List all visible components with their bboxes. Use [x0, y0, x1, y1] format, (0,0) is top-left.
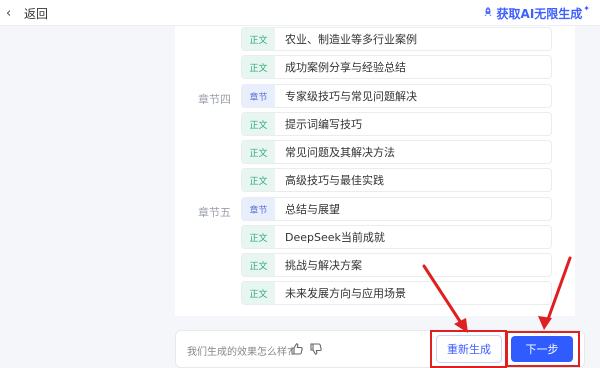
chevron-left-icon: ‹: [6, 5, 12, 21]
row-tag: 正文: [242, 56, 275, 78]
sparkle-icon: ✦: [583, 3, 590, 13]
next-step-button[interactable]: 下一步: [511, 336, 573, 362]
row-text: 专家级技巧与常见问题解决: [285, 90, 417, 103]
chapter-label: 章节五: [198, 206, 231, 219]
rocket-icon: [482, 6, 494, 21]
row-text: 常见问题及其解决方法: [285, 146, 395, 159]
annotation-arrowhead: [538, 316, 552, 330]
row-text: 提示词编写技巧: [285, 118, 362, 131]
row-text: 未来发展方向与应用场景: [285, 287, 406, 300]
top-bar: ‹ 返回 获取AI无限生成 ✦: [0, 0, 600, 26]
row-tag: 章节: [242, 198, 275, 220]
outline-row[interactable]: 正文 未来发展方向与应用场景: [241, 281, 552, 305]
outline-row[interactable]: 正文 挑战与解决方案: [241, 253, 552, 277]
outline-row[interactable]: 正文 高级技巧与最佳实践: [241, 168, 552, 192]
row-tag: 正文: [242, 226, 275, 248]
thumbs-down-icon[interactable]: [309, 341, 323, 355]
outline-row[interactable]: 正文 成功案例分享与经验总结: [241, 55, 552, 79]
row-tag: 正文: [242, 141, 275, 163]
row-tag: 正文: [242, 169, 275, 191]
row-tag: 正文: [242, 113, 275, 135]
row-text: 挑战与解决方案: [285, 259, 362, 272]
row-tag: 章节: [242, 85, 275, 107]
get-ai-unlimited-link[interactable]: 获取AI无限生成 ✦: [482, 4, 590, 22]
outline-row[interactable]: 正文 常见问题及其解决方法: [241, 140, 552, 164]
ai-link-label: 获取AI无限生成: [496, 6, 583, 21]
row-text: 成功案例分享与经验总结: [285, 61, 406, 74]
row-text: 总结与展望: [285, 203, 340, 216]
back-label: 返回: [24, 6, 49, 21]
outline-row[interactable]: 章节 专家级技巧与常见问题解决: [241, 84, 552, 108]
row-tag: 正文: [242, 254, 275, 276]
outline-row[interactable]: 正文 提示词编写技巧: [241, 112, 552, 136]
row-tag: 正文: [242, 28, 275, 50]
row-text: 农业、制造业等多行业案例: [285, 33, 417, 46]
regenerate-button[interactable]: 重新生成: [436, 335, 502, 363]
thumbs-up-icon[interactable]: [290, 341, 304, 355]
back-button[interactable]: ‹ 返回: [6, 4, 48, 22]
outline-row[interactable]: 章节 总结与展望: [241, 197, 552, 221]
outline-row[interactable]: 正文 DeepSeek当前成就: [241, 225, 552, 249]
row-tag: 正文: [242, 282, 275, 304]
row-text: DeepSeek当前成就: [285, 231, 385, 244]
outline-row[interactable]: 正文 农业、制造业等多行业案例: [241, 27, 552, 51]
chapter-label: 章节四: [198, 93, 231, 106]
feedback-question: 我们生成的效果怎么样?: [187, 347, 293, 358]
row-text: 高级技巧与最佳实践: [285, 174, 384, 187]
